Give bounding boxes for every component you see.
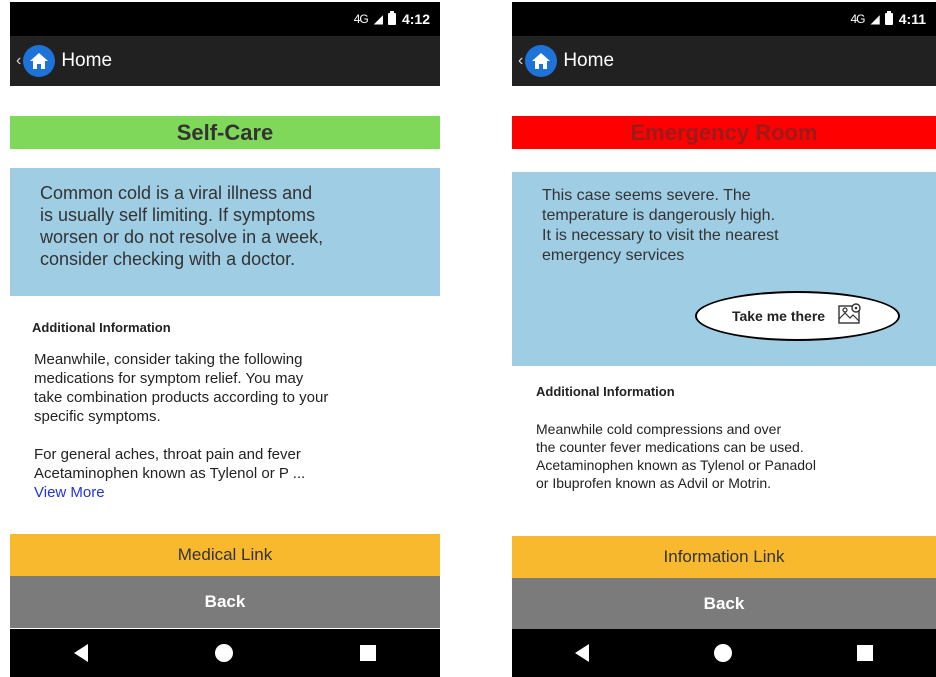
nav-home-icon[interactable] [713,644,732,662]
home-title[interactable]: Home [61,50,112,72]
message-box: This case seems severe. The temperature … [512,172,936,366]
action-bar: ‹ Home [10,36,440,86]
status-bar: 4G ◢ 4:12 [10,2,440,36]
status-bar: 4G ◢ 4:11 [512,2,936,36]
back-chevron-icon[interactable]: ‹ [518,52,523,70]
action-bar: ‹ Home [512,36,936,86]
information-link-button[interactable]: Information Link [512,536,936,578]
signal-bars-icon: ◢ [373,12,383,26]
phone-screen-self-care: 4G ◢ 4:12 ‹ Home Self-Care Common cold i… [10,2,440,677]
system-nav-bar [10,629,440,677]
signal-icon: 4G [850,12,866,26]
triage-message: Common cold is a viral illness and is us… [40,183,324,269]
battery-icon [387,11,396,25]
status-time: 4:12 [401,11,430,27]
battery-icon [884,11,893,25]
back-chevron-icon[interactable]: ‹ [16,52,21,70]
map-icon [837,302,863,331]
nav-back-icon[interactable] [574,644,589,662]
content-area: Self-Care Common cold is a viral illness… [10,86,440,629]
back-button[interactable]: Back [10,576,440,628]
phone-screen-emergency: 4G ◢ 4:11 ‹ Home Emergency Room This cas… [512,2,936,677]
triage-banner: Emergency Room [512,116,936,149]
signal-bars-icon: ◢ [870,12,880,26]
nav-back-icon[interactable] [73,644,88,662]
take-me-there-button[interactable]: Take me there [695,291,900,341]
medical-link-button[interactable]: Medical Link [10,534,440,576]
home-icon[interactable] [23,45,56,77]
take-me-there-label: Take me there [731,308,826,324]
additional-info-text: Meanwhile cold compressions and over the… [536,421,816,491]
additional-info-title: Additional Information [32,320,171,335]
home-icon[interactable] [525,45,558,77]
content-area: Emergency Room This case seems severe. T… [512,86,936,629]
status-time: 4:11 [898,11,926,27]
triage-banner: Self-Care [10,116,440,149]
home-title[interactable]: Home [563,50,614,72]
additional-info-text: Meanwhile, consider taking the following… [34,351,329,502]
back-button[interactable]: Back [512,578,936,629]
nav-recents-icon[interactable] [360,645,377,661]
system-nav-bar [512,629,936,677]
view-more-link[interactable]: View More [34,483,328,502]
message-box: Common cold is a viral illness and is us… [10,168,440,296]
nav-recents-icon[interactable] [857,645,874,661]
signal-icon: 4G [353,12,369,26]
nav-home-icon[interactable] [214,644,233,662]
additional-info-title: Additional Information [536,384,675,399]
triage-message: This case seems severe. The temperature … [542,187,779,264]
